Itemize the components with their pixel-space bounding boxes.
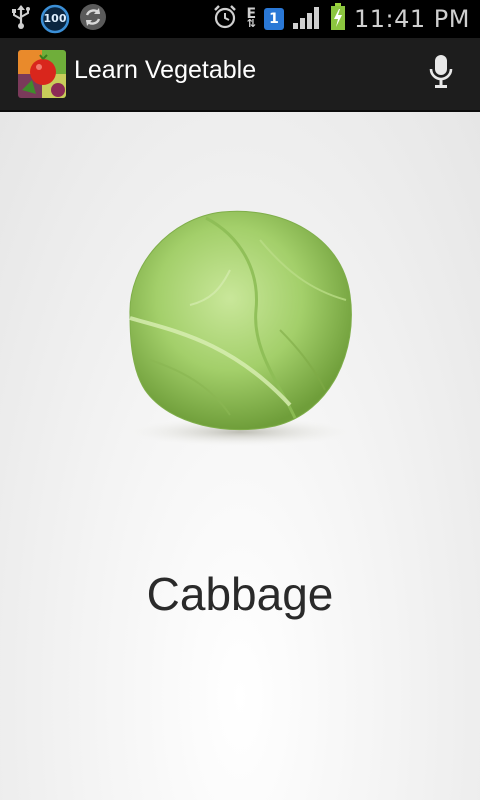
status-bar-right: E ⇅ 1 11:41 PM [212,3,470,35]
status-bar-left: 100 [10,2,108,36]
vegetable-name: Cabbage [146,568,334,620]
signal-icon [292,4,322,34]
status-bar: 100 E ⇅ 1 11:41 PM [0,0,480,38]
alarm-icon [212,4,238,34]
sync-icon [78,2,108,36]
sim-icon: 1 [264,8,285,30]
app-title: Learn Vegetable [74,56,257,84]
cabbage-image [110,200,370,460]
notification-badge-count: 100 [43,12,67,25]
data-edge-icon: E ⇅ [246,6,257,30]
vegetables-app-icon[interactable] [18,50,66,98]
microphone-icon [428,54,454,94]
clock: 11:41 PM [354,5,470,33]
microphone-button[interactable] [424,54,458,94]
badge-100-icon: 100 [40,4,70,34]
action-bar: Learn Vegetable [0,38,480,112]
usb-icon [10,4,32,34]
vegetable-card[interactable]: Cabbage [0,112,480,800]
battery-charging-icon [330,3,346,35]
sim-label: 1 [269,11,279,27]
